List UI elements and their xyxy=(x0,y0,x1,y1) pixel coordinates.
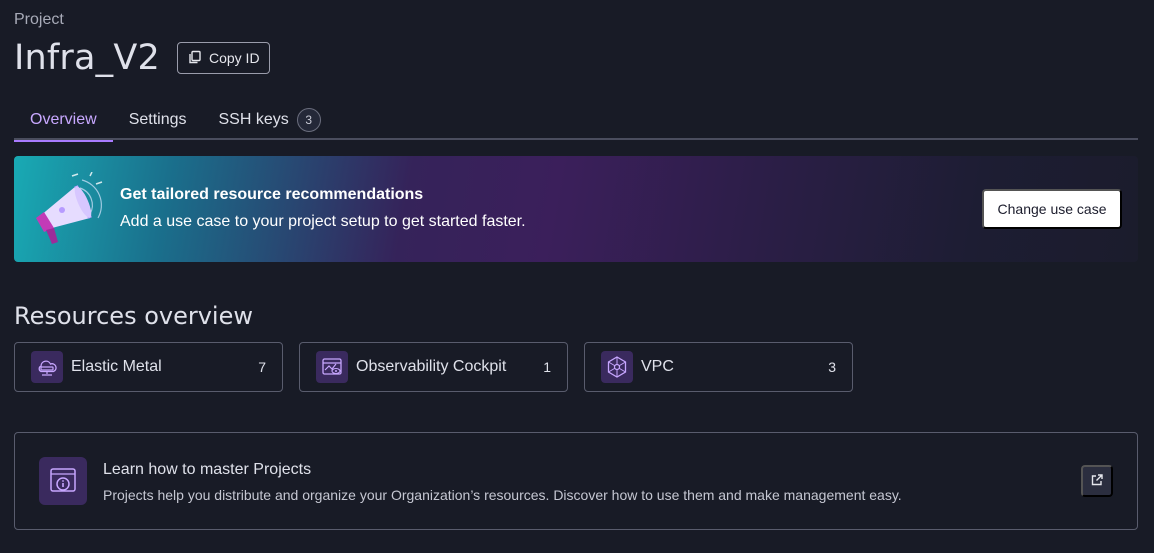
learn-description: Projects help you distribute and organiz… xyxy=(103,487,902,503)
resource-card-observability-cockpit[interactable]: Observability Cockpit 1 xyxy=(299,342,568,392)
resource-count: 1 xyxy=(543,359,551,375)
title-row: Infra_V2 Copy ID xyxy=(14,38,270,78)
resource-card-elastic-metal[interactable]: Elastic Metal 7 xyxy=(14,342,283,392)
ssh-keys-count-badge: 3 xyxy=(296,108,321,132)
tab-overview[interactable]: Overview xyxy=(14,100,113,142)
tab-ssh-keys[interactable]: SSH keys 3 xyxy=(203,100,337,140)
resource-card-vpc[interactable]: VPC 3 xyxy=(584,342,853,392)
copy-id-button[interactable]: Copy ID xyxy=(176,42,270,74)
breadcrumb: Project xyxy=(14,11,64,28)
resource-label: Elastic Metal xyxy=(71,358,162,375)
resource-label: Observability Cockpit xyxy=(356,358,507,375)
tab-bar: Overview Settings SSH keys 3 xyxy=(14,100,1138,142)
resources-overview-title: Resources overview xyxy=(14,302,253,330)
copy-icon xyxy=(188,50,202,67)
learn-title: Learn how to master Projects xyxy=(103,461,312,478)
change-use-case-button[interactable]: Change use case xyxy=(982,189,1122,229)
recommendation-banner: Get tailored resource recommendations Ad… xyxy=(14,156,1138,262)
cockpit-icon xyxy=(316,351,348,383)
resource-count: 3 xyxy=(828,359,836,375)
elastic-metal-icon xyxy=(31,351,63,383)
learn-projects-card: Learn how to master Projects Projects he… xyxy=(14,432,1138,530)
page-title: Infra_V2 xyxy=(14,38,160,78)
banner-text: Add a use case to your project setup to … xyxy=(120,213,526,230)
tab-label: Overview xyxy=(30,111,97,128)
tab-settings[interactable]: Settings xyxy=(113,100,203,140)
banner-title: Get tailored resource recommendations xyxy=(120,186,424,203)
external-link-icon xyxy=(1090,473,1104,490)
resource-count: 7 xyxy=(258,359,266,375)
tab-label: SSH keys xyxy=(218,111,289,128)
tab-label: Settings xyxy=(128,111,187,128)
megaphone-icon xyxy=(32,171,104,248)
copy-id-label: Copy ID xyxy=(208,50,260,66)
resource-label: VPC xyxy=(641,358,674,375)
info-window-icon xyxy=(39,457,87,505)
external-link-button[interactable] xyxy=(1081,465,1113,497)
vpc-icon xyxy=(601,351,633,383)
